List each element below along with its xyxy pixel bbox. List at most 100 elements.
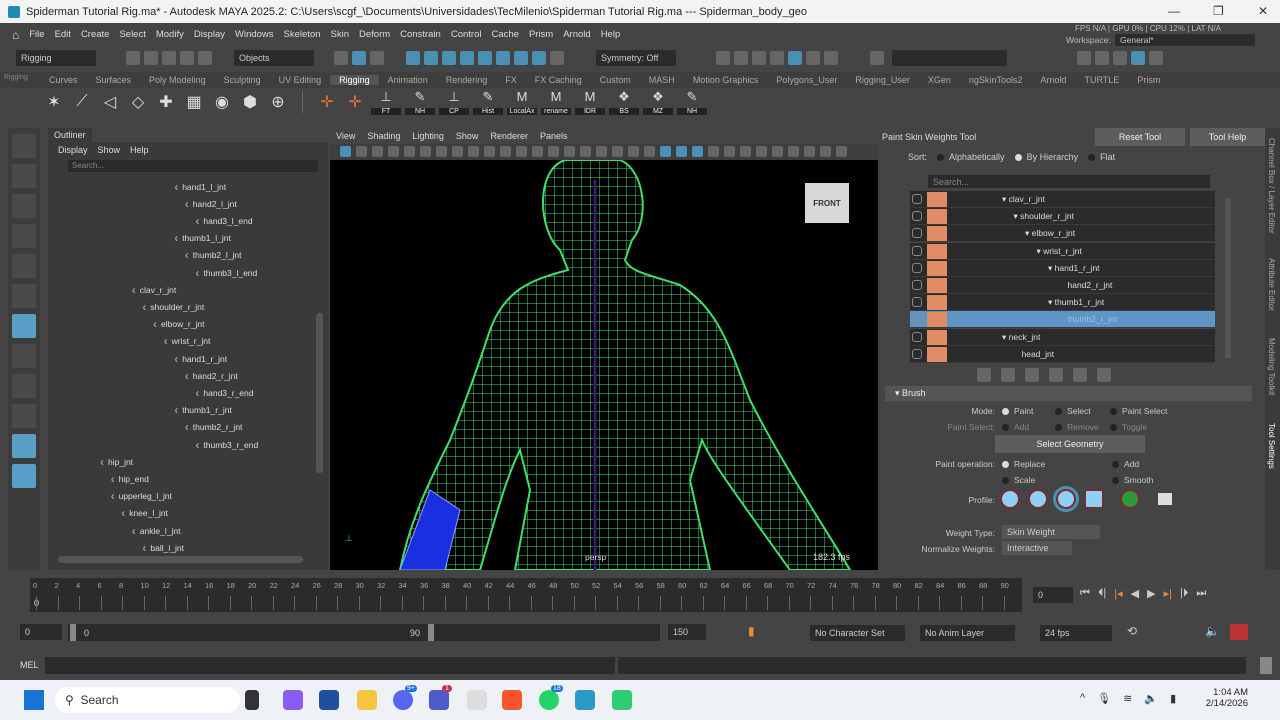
go-to-start-icon[interactable]: ⏮ (1080, 587, 1090, 600)
move-tool-icon[interactable] (12, 224, 36, 248)
hypershade-icon[interactable] (788, 51, 802, 65)
viewport-tool-icon[interactable] (708, 146, 719, 157)
ik-handle-tool-icon[interactable]: ⟋ (71, 91, 93, 113)
anim-layer-dropdown[interactable]: No Anim Layer (920, 625, 1015, 641)
select-component-icon[interactable] (370, 51, 384, 65)
outliner-item[interactable]: ‹ thumb2_r_jnt (185, 419, 243, 436)
profile-soft-icon[interactable] (1028, 489, 1048, 509)
render-view-icon[interactable] (716, 51, 730, 65)
viewport-menu-view[interactable]: View (336, 131, 355, 141)
radio-paint-select[interactable]: Paint Select (1110, 406, 1167, 416)
radio-paint[interactable]: Paint (1002, 406, 1033, 416)
outliner-menu-display[interactable]: Display (58, 145, 88, 155)
weight-hammer-icon[interactable] (1025, 368, 1039, 382)
volume-icon[interactable]: 🔈 (1144, 692, 1158, 705)
copilot-icon[interactable] (283, 690, 303, 710)
auto-key-icon[interactable]: ▮ (748, 624, 755, 638)
viewport-tool-icon[interactable] (612, 146, 623, 157)
fps-dropdown[interactable]: 24 fps (1040, 625, 1112, 641)
shelf-tab-rigging-user[interactable]: Rigging_User (846, 75, 919, 85)
outliner-item[interactable]: ‹ hand1_r_jnt (174, 350, 227, 367)
modeling-toolkit-icon[interactable] (1077, 51, 1091, 65)
smooth-bind-icon[interactable]: ⊕ (267, 91, 289, 113)
reset-tool-button[interactable]: Reset Tool (1095, 128, 1185, 146)
maya-home-icon[interactable] (12, 464, 36, 488)
tool-settings-tab[interactable]: Tool Settings (1267, 423, 1276, 469)
select-geometry-button[interactable]: Select Geometry (995, 435, 1145, 453)
influence-row[interactable]: hand2_r_jnt (910, 277, 1215, 294)
shelf-tab-polygons-user[interactable]: Polygons_User (767, 75, 846, 85)
shelf-button-localax[interactable]: M LocalAx (507, 89, 537, 115)
viewport-tool-icon[interactable] (804, 146, 815, 157)
outliner-item[interactable]: ‹ thumb3_l_end (195, 264, 257, 281)
scale-tool-icon[interactable] (12, 284, 36, 308)
shelf-tab-fx[interactable]: FX (496, 75, 526, 85)
command-input[interactable] (45, 657, 615, 674)
single-view-layout-icon[interactable] (12, 344, 36, 368)
locator-icon[interactable]: ✛ (316, 91, 338, 113)
outliner-item[interactable]: ‹ thumb1_r_jnt (174, 402, 232, 419)
paste-weights-icon[interactable] (1001, 368, 1015, 382)
lock-icon[interactable] (550, 51, 564, 65)
profile-square-icon[interactable] (1084, 489, 1104, 509)
influence-row[interactable]: ▾ thumb1_r_jnt (910, 294, 1215, 312)
radio-replace[interactable]: Replace (1002, 459, 1045, 469)
select-tool-icon[interactable] (12, 134, 36, 158)
lasso-tool-icon[interactable] (12, 164, 36, 188)
viewport-tool-icon[interactable] (436, 146, 447, 157)
sort-flat[interactable]: Flat (1088, 152, 1115, 162)
influence-row[interactable]: thumb2_r_jnt (910, 311, 1215, 329)
save-scene-icon[interactable] (162, 51, 176, 65)
redo-icon[interactable] (198, 51, 212, 65)
microphone-icon[interactable]: 🎙 (1097, 692, 1111, 705)
view-cube[interactable]: FRONT (805, 183, 849, 223)
viewport-tool-icon[interactable] (580, 146, 591, 157)
profile-solid-icon[interactable] (1053, 486, 1079, 512)
normalize-weights-dropdown[interactable]: Interactive (1002, 541, 1072, 555)
shelf-tab-fx-caching[interactable]: FX Caching (526, 75, 591, 85)
outliner-item[interactable]: ‹ thumb2_l_jnt (185, 247, 242, 264)
menu-windows[interactable]: Windows (235, 29, 274, 40)
menu-create[interactable]: Create (81, 29, 110, 40)
viewport-tool-icon[interactable] (676, 146, 687, 157)
radio-smooth[interactable]: Smooth (1112, 475, 1153, 485)
outliner-item[interactable]: ‹ ankle_l_jnt (132, 522, 181, 539)
shelf-tab-rigging[interactable]: Rigging (330, 75, 379, 85)
obs-icon[interactable] (612, 690, 632, 710)
menu-deform[interactable]: Deform (359, 29, 390, 40)
range-end-handle[interactable] (428, 624, 434, 641)
shelf-tab-curves[interactable]: Curves (40, 75, 87, 85)
whatsapp-icon[interactable] (539, 690, 559, 710)
maya-taskbar-icon[interactable] (575, 690, 595, 710)
menu-file[interactable]: File (29, 29, 44, 40)
lock-icon[interactable] (912, 194, 922, 204)
brave-icon[interactable] (502, 690, 522, 710)
viewport-tool-icon[interactable] (644, 146, 655, 157)
outliner-tab[interactable]: Outliner (48, 128, 92, 142)
anim-start-field[interactable]: 0 (20, 624, 62, 640)
viewport-tool-icon[interactable] (740, 146, 751, 157)
quick-input-field[interactable] (892, 50, 1007, 66)
mirror-weights-icon[interactable] (1097, 368, 1111, 382)
start-icon[interactable] (24, 690, 44, 710)
viewport-tool-icon[interactable] (452, 146, 463, 157)
profile-gaussian-icon[interactable] (1000, 489, 1020, 509)
sound-icon[interactable]: 🔈 (1205, 624, 1220, 638)
shelf-tab-motion-graphics[interactable]: Motion Graphics (684, 75, 768, 85)
viewport-tool-icon[interactable] (356, 146, 367, 157)
outliner-item[interactable]: ‹ clav_r_jnt (132, 281, 176, 298)
step-forward-icon[interactable]: |⏵ (1180, 587, 1188, 600)
influence-row[interactable]: ▾ neck_jnt (910, 328, 1215, 346)
range-slider[interactable]: 0 90 (68, 624, 660, 641)
store-icon[interactable] (319, 690, 339, 710)
outliner-search-input[interactable]: Search... (68, 160, 318, 172)
viewport-tool-icon[interactable] (516, 146, 527, 157)
shelf-button-ft[interactable]: ⊥ FT (371, 89, 401, 115)
taskbar-search[interactable]: ⚲ Search (55, 687, 240, 713)
arnold-render-icon[interactable] (806, 51, 820, 65)
battery-icon[interactable]: ▮ (1170, 692, 1176, 705)
menu-skeleton[interactable]: Skeleton (284, 29, 321, 40)
menu-arnold[interactable]: Arnold (563, 29, 590, 40)
viewport-tool-icon[interactable] (372, 146, 383, 157)
step-back-icon[interactable]: ⏴| (1098, 587, 1106, 600)
